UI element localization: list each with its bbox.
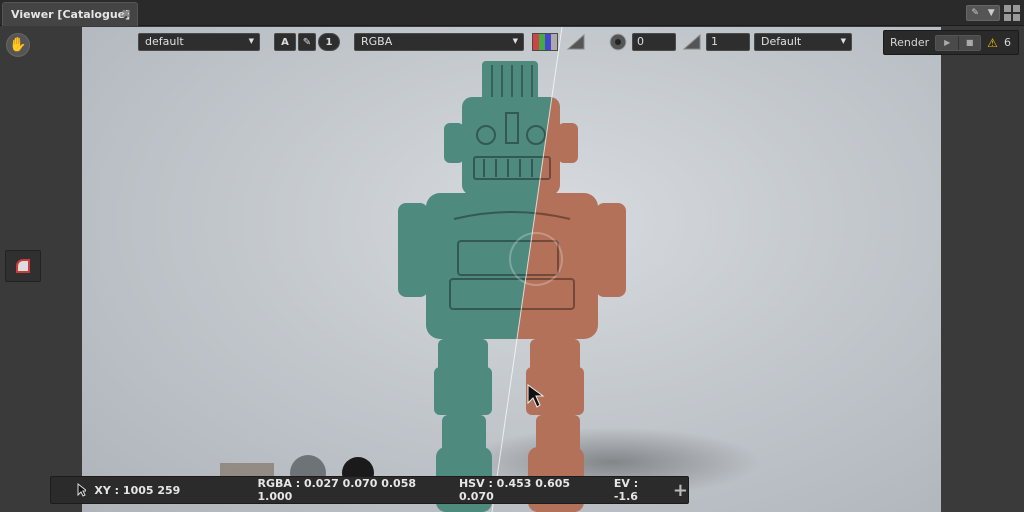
render-label: Render [890, 36, 930, 49]
gamma-icon[interactable] [682, 33, 702, 51]
channel-count-button[interactable]: 1 [318, 33, 340, 51]
hsv-readout: HSV : 0.453 0.605 0.070 [458, 477, 571, 503]
pixel-info-bar: XY : 1005 259 RGBA : 0.027 0.070 0.058 1… [50, 476, 689, 504]
play-icon[interactable]: ▶ [936, 35, 959, 50]
render-image [220, 27, 626, 512]
xy-readout: XY : 1005 259 [94, 483, 181, 497]
view-preset-dropdown[interactable]: default [138, 33, 260, 51]
stop-icon[interactable]: ■ [958, 35, 981, 50]
tab-bar: Viewer [Catalogue] ✖ ✎ ▼ [0, 0, 1024, 26]
left-toolbar: ✋ [0, 27, 82, 512]
render-controls: ▶ ■ [935, 34, 982, 51]
gamma-input[interactable]: 1 [706, 33, 750, 51]
grid-icon[interactable] [1004, 5, 1020, 21]
chevron-down-icon: ▼ [987, 8, 995, 18]
tab-viewer[interactable]: Viewer [Catalogue] ✖ [2, 2, 138, 26]
aperture-icon[interactable] [608, 32, 628, 52]
eyedropper-icon[interactable]: ✎ [298, 33, 316, 51]
corner-icon [16, 259, 30, 273]
ev-readout: EV : -1.6 [613, 477, 639, 503]
color-channels-icon[interactable] [532, 33, 558, 51]
pin-dropdown[interactable]: ✎ ▼ [966, 5, 1000, 21]
warning-icon[interactable]: ⚠ [987, 36, 998, 50]
add-sample-icon[interactable]: + [673, 480, 688, 501]
channel-mode-dropdown[interactable]: RGBA [354, 33, 524, 51]
gamma-ramp-icon[interactable] [566, 33, 586, 51]
lut-dropdown[interactable]: Default [754, 33, 852, 51]
pin-icon: ✎ [971, 8, 979, 18]
render-panel: Render ▶ ■ ⚠ 6 [883, 30, 1019, 55]
close-icon[interactable]: ✖ [121, 7, 131, 21]
cursor-icon [77, 483, 87, 497]
right-strip [941, 27, 1024, 512]
snapshot-mode-button[interactable] [5, 250, 41, 282]
viewer-toolbar: default A ✎ 1 RGBA 0 1 Default [138, 32, 852, 52]
exposure-input[interactable]: 0 [632, 33, 676, 51]
render-viewport[interactable] [82, 27, 941, 512]
tab-title: Viewer [Catalogue] [11, 8, 131, 21]
annotate-button[interactable]: A [274, 33, 296, 51]
rgba-readout: RGBA : 0.027 0.070 0.058 1.000 [257, 477, 417, 503]
warning-count: 6 [1003, 36, 1011, 49]
tab-controls: ✎ ▼ [966, 5, 1020, 21]
hand-icon[interactable]: ✋ [6, 33, 30, 57]
